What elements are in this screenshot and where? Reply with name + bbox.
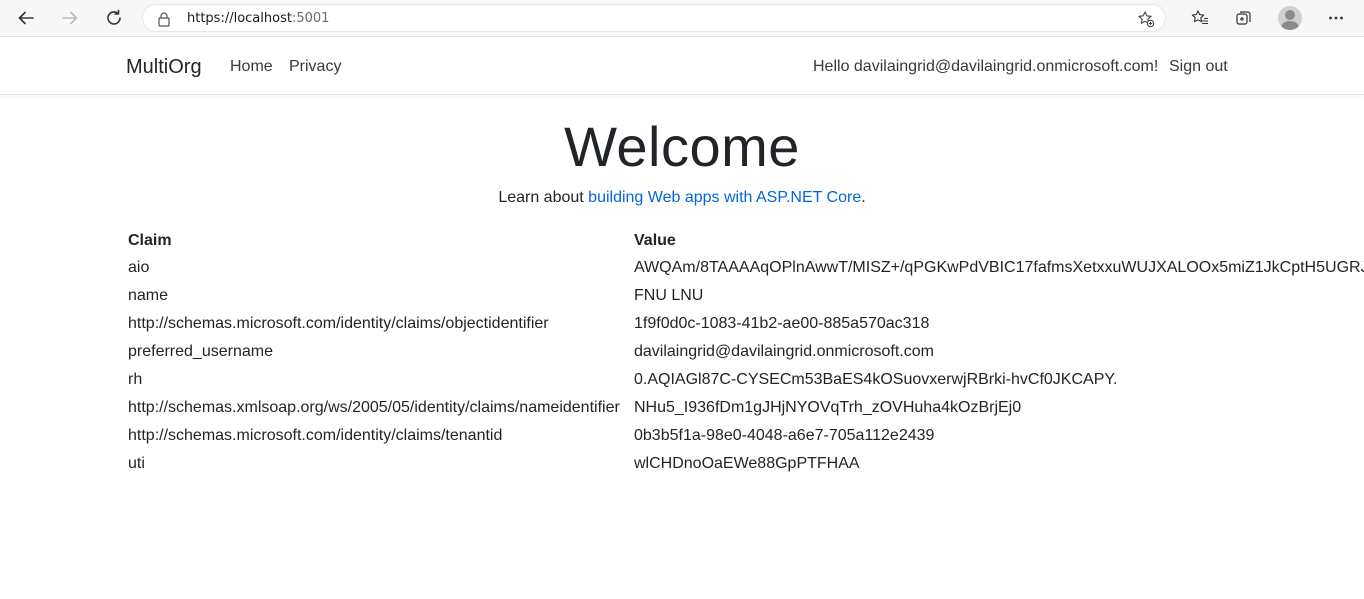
avatar-body [1281,21,1299,30]
forward-button[interactable] [55,4,85,32]
claim-cell: name [128,287,169,304]
table-row: name FNU LNU [128,282,1364,310]
value-cell: 0b3b5f1a-98e0-4048-a6e7-705a112e2439 [634,427,935,444]
claim-cell: http://schemas.microsoft.com/identity/cl… [128,315,549,332]
claim-cell: aio [128,259,150,276]
profile-avatar[interactable] [1278,6,1302,30]
table-row: preferred_username davilaingrid@davilaing… [128,338,1364,366]
refresh-icon [107,9,121,25]
value-cell: 0.AQIAGl87C-CYSECm53BaES4kOSuovxerwjRBrk… [634,371,1118,388]
value-cell: davilaingrid@davilaingrid.onmicrosoft.co… [634,343,934,360]
learn-suffix: . [861,189,866,206]
avatar-head [1285,10,1295,20]
add-favorite-icon[interactable] [1137,10,1155,28]
table-header-row: Claim Value [128,228,1364,254]
table-row: rh 0.AQIAGl87C-CYSECm53BaES4kOSuovxerwjRB… [128,366,1364,394]
learn-text: Learn about building Web apps with ASP.N… [0,189,1364,207]
value-cell: 1f9f0d0c-1083-41b2-ae00-885a570ac318 [634,315,930,332]
value-header: Value [634,232,676,249]
refresh-button[interactable] [99,4,129,32]
claims-table: Claim Value aio AWQAm/8TAAAAqOPlnAwwT/MIS… [128,228,1364,478]
settings-menu-button[interactable] [1321,4,1351,32]
url-port: :5001 [291,11,330,26]
arrow-right-icon [62,11,78,25]
browser-toolbar: https://localhost:5001 [0,0,1364,37]
claim-cell: uti [128,455,145,472]
page-title: Welcome [564,115,800,178]
nav-home-link[interactable]: Home [230,58,273,76]
table-row: http://schemas.xmlsoap.org/ws/2005/05/id… [128,394,1364,422]
value-cell: NHu5_I936fDm1gJHjNYOVqTrh_zOVHuha4kOzBrj… [634,399,1022,416]
claim-header: Claim [128,232,172,249]
favorites-icon [1191,10,1208,25]
value-cell: wlCHDnoOaEWe88GpPTFHAA [634,455,860,472]
table-row: http://schemas.microsoft.com/identity/cl… [128,310,1364,338]
user-greeting: Hello davilaingrid@davilaingrid.onmicros… [813,58,1159,75]
value-cell: AWQAm/8TAAAAqOPlnAwwT/MISZ+/qPGKwPdVBIC1… [634,259,1364,276]
claim-cell: rh [128,371,143,388]
claim-cell: http://schemas.microsoft.com/identity/cl… [128,427,503,444]
learn-prefix: Learn about [498,189,589,206]
url-text[interactable]: https://localhost:5001 [187,11,329,26]
lock-icon[interactable] [157,11,171,27]
more-options-icon [1329,16,1343,20]
url-host: https://localhost [187,11,292,26]
favorites-button[interactable] [1185,4,1215,32]
table-row: http://schemas.microsoft.com/identity/cl… [128,422,1364,450]
claim-cell: preferred_username [128,343,273,360]
signout-link[interactable]: Sign out [1169,58,1228,76]
back-button[interactable] [11,4,41,32]
table-row: aio AWQAm/8TAAAAqOPlnAwwT/MISZ+/qPGKwPdVB… [128,254,1364,282]
aspnet-docs-link[interactable]: building Web apps with ASP.NET Core [588,189,861,206]
table-row: uti wlCHDnoOaEWe88GpPTFHAA [128,450,1364,478]
app-navbar: MultiOrg Home Privacy Hello davilaingrid… [0,38,1364,95]
nav-privacy-link[interactable]: Privacy [289,58,341,76]
claim-cell: http://schemas.xmlsoap.org/ws/2005/05/id… [128,399,620,416]
brand-link[interactable]: MultiOrg [126,56,202,79]
value-cell: FNU LNU [634,287,704,304]
arrow-left-icon [18,11,34,25]
collections-button[interactable] [1229,4,1259,32]
collections-icon [1236,11,1251,25]
address-bar[interactable]: https://localhost:5001 [142,4,1166,32]
